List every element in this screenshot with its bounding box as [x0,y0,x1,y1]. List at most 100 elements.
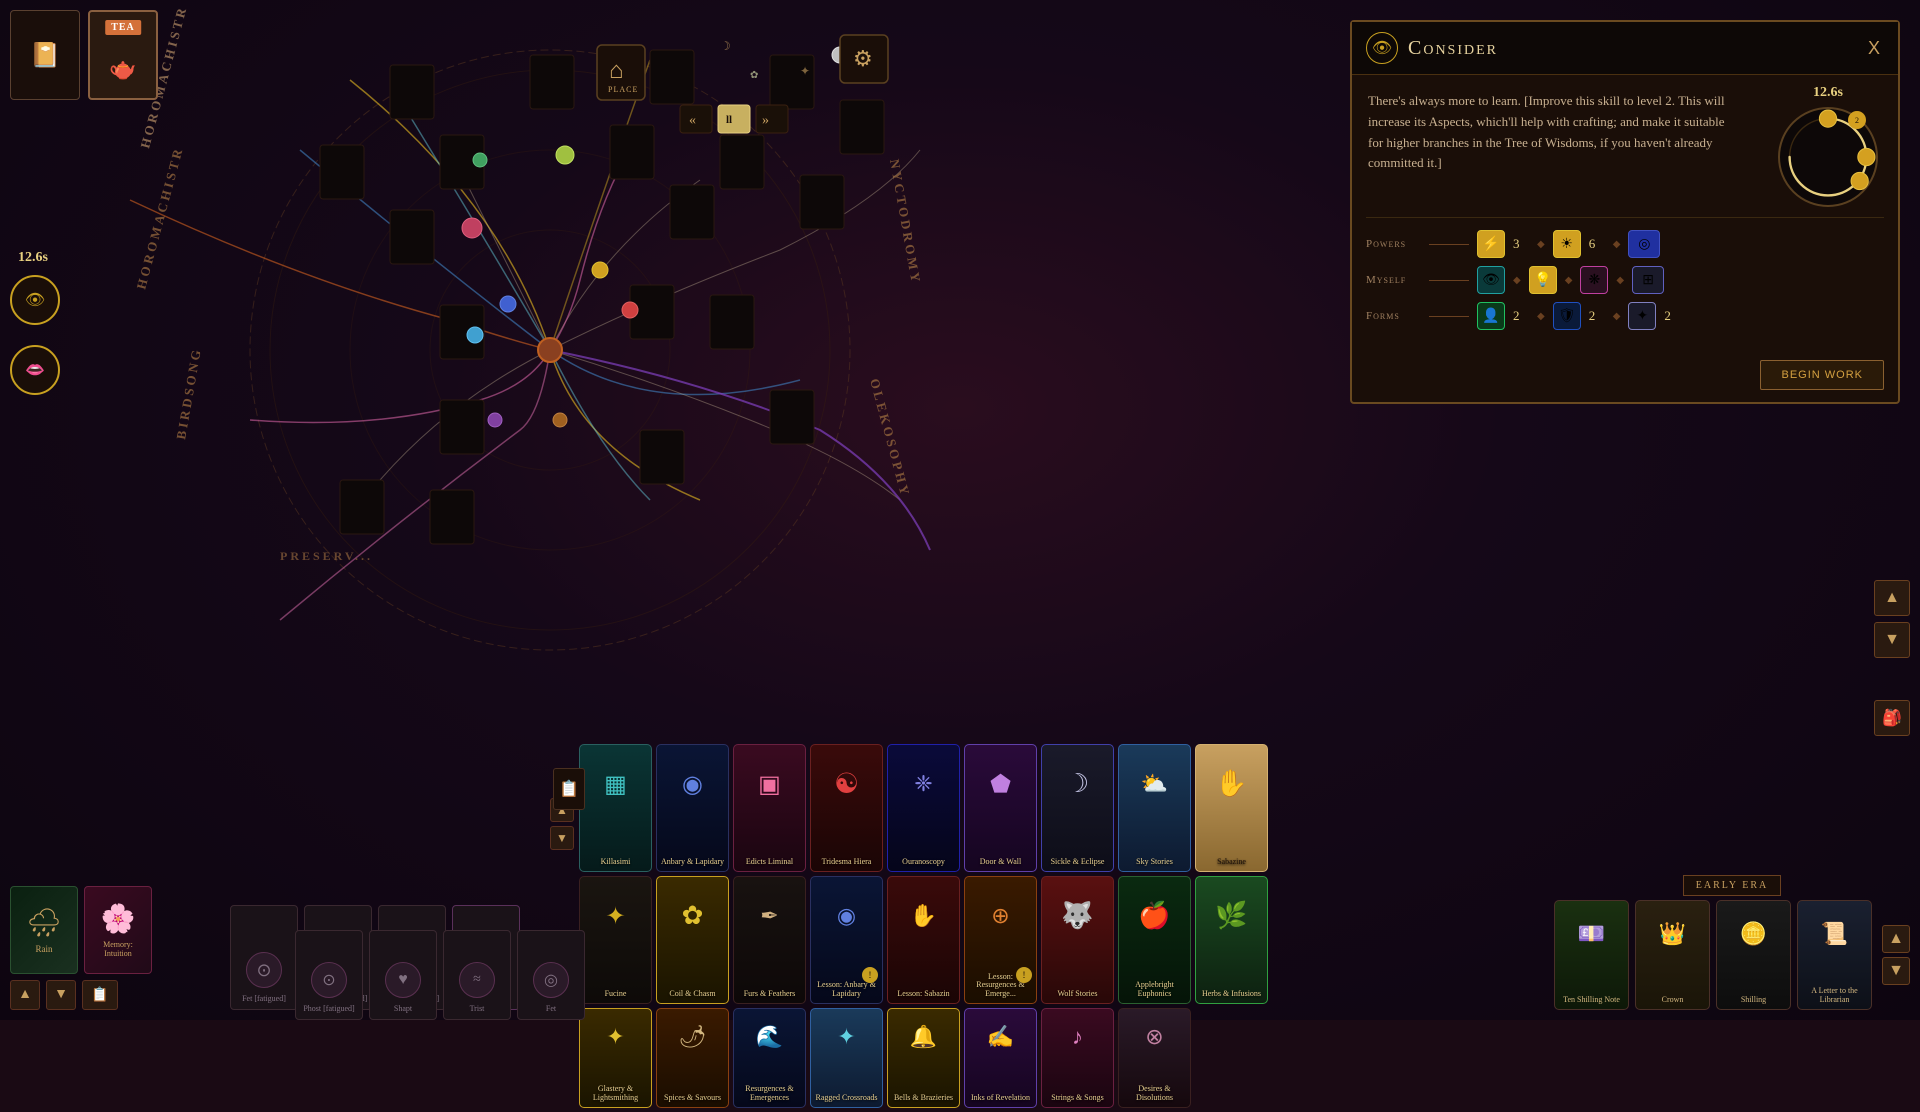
card-phost-fatigued[interactable]: ⊙ Phost [fatigued] [295,930,363,1020]
sabazine-art: ✋ [1196,745,1267,823]
forms-val1: 2 [1513,308,1529,324]
card-memory-intuition[interactable]: 🌸 Memory: Intuition [84,886,152,974]
letter-art: 📜 [1798,901,1871,966]
card-anbary-lapidary[interactable]: ◉ Anbary & Lapidary [656,744,729,872]
card-fet-bottom[interactable]: ◎ Fet [517,930,585,1020]
card-tea[interactable]: TEA 🫖 [88,10,158,100]
left-eye-button[interactable]: 👁 [10,275,60,325]
forms-divider [1429,316,1469,317]
card-applebright[interactable]: 🍎 Applebright Euphonics [1118,876,1191,1004]
card-trist[interactable]: ≈ Trist [443,930,511,1020]
fet-bottom-icon: ◎ [533,962,569,998]
sickle-label: Sickle & Eclipse [1044,858,1111,867]
card-lesson-resurgences[interactable]: ⊕ Lesson: Resurgences & Emerge... ! [964,876,1037,1004]
deck-button[interactable]: 📋 [82,980,118,1010]
svg-text:⚙: ⚙ [853,46,873,71]
left-lips-button[interactable]: 👄 [10,345,60,395]
card-coil-chasm[interactable]: ✿ Coil & Chasm [656,876,729,1004]
card-fucine[interactable]: ✦ Fucine [579,876,652,1004]
card-letter-librarian[interactable]: 📜 A Letter to the Librarian [1797,900,1872,1010]
card-edicts-liminal[interactable]: ▣ Edicts Liminal [733,744,806,872]
card-shilling[interactable]: 🪙 Shilling [1716,900,1791,1010]
forms-label: Forms [1366,310,1421,322]
br-scroll-nav: ▲ ▼ [1882,925,1910,985]
card-glastery[interactable]: ✦ Glastery & Lightsmithing [579,1008,652,1108]
fucine-label: Fucine [582,990,649,999]
card-desires[interactable]: ⊗ Desires & Disolutions [1118,1008,1191,1108]
shapt-icon: ♥ [385,962,421,998]
wolf-label: Wolf Stories [1044,990,1111,999]
apple-art: 🍎 [1119,877,1190,955]
forms-val3: 2 [1664,308,1680,324]
consider-description: There's always more to learn. [Improve t… [1352,75,1758,217]
card-ten-shilling[interactable]: 💷 Ten Shilling Note [1554,900,1629,1010]
tray-row-1: ▦ Killasimi ◉ Anbary & Lapidary ▣ Edicts… [575,740,1720,872]
card-sickle-eclipse[interactable]: ☽ Sickle & Eclipse [1041,744,1114,872]
card-bells[interactable]: 🔔 Bells & Brazieries [887,1008,960,1108]
inks-label: Inks of Revelation [967,1094,1034,1103]
br-scroll-up[interactable]: ▲ [1882,925,1910,953]
right-nav-panel: ▲ ▼ [1874,580,1910,658]
nav-up-button[interactable]: ▲ [10,980,40,1010]
card-tray: ▦ Killasimi ◉ Anbary & Lapidary ▣ Edicts… [575,740,1720,1020]
card-lesson-anbary[interactable]: ◉ Lesson: Anbary & Lapidary ! [810,876,883,1004]
bag-icon-button[interactable]: 🎒 [1874,700,1910,736]
myself-icon-pattern: ❋ [1580,266,1608,294]
svg-text:BIRDSONG: BIRDSONG [173,346,204,441]
herbs-label: Herbs & Infusions [1198,990,1265,999]
bells-art: 🔔 [888,1009,959,1064]
card-ouranoscopy[interactable]: ❈ Ouranoscopy [887,744,960,872]
card-ragged-crossroads[interactable]: ✦ Ragged Crossroads [810,1008,883,1108]
begin-work-button[interactable]: BEGIN WORK [1760,360,1884,390]
card-resurgences[interactable]: 🌊 Resurgences & Emergences [733,1008,806,1108]
deck-view-button[interactable]: 📋 [553,768,585,810]
card-rain[interactable]: 🌧 Rain [10,886,78,974]
card-slot-1[interactable]: 📔 [10,10,80,100]
powers-val2: 6 [1589,236,1605,252]
card-sabazine[interactable]: ✋ Sabazine [1195,744,1268,872]
anbary-art: ◉ [657,745,728,823]
svg-text:⌂: ⌂ [609,58,623,84]
lesson-res-badge: ! [1016,967,1032,983]
card-crown[interactable]: 👑 Crown [1635,900,1710,1010]
strings-label: Strings & Songs [1044,1094,1111,1103]
resurgences-art: 🌊 [734,1009,805,1064]
sabazine-label: Sabazine [1198,858,1265,867]
herbs-art: 🌿 [1196,877,1267,955]
card-fet-fatigued[interactable]: ⊙ Fet [fatigued] [230,905,298,1010]
ten-shilling-label: Ten Shilling Note [1557,996,1626,1005]
card-killasimi[interactable]: ▦ Killasimi [579,744,652,872]
card-inks-revelation[interactable]: ✍ Inks of Revelation [964,1008,1037,1108]
br-scroll-down[interactable]: ▼ [1882,957,1910,985]
trist-icon: ≈ [459,962,495,998]
spices-art: 🌶 [657,1009,728,1064]
svg-text:»: » [762,113,769,128]
card-wolf-stories[interactable]: 🐺 Wolf Stories [1041,876,1114,1004]
scroll-up-button[interactable]: ▲ [1874,580,1910,616]
card-spices[interactable]: 🌶 Spices & Savours [656,1008,729,1108]
ragged-art: ✦ [811,1009,882,1064]
edicts-label: Edicts Liminal [736,858,803,867]
scroll-down-button[interactable]: ▼ [1874,622,1910,658]
card-tridesma-hiera[interactable]: ☯ Tridesma Hiera [810,744,883,872]
clock-timer-display: 12.6s [1813,85,1843,101]
glastery-art: ✦ [580,1009,651,1064]
nav-down-button[interactable]: ▼ [46,980,76,1010]
card-lesson-sabazin[interactable]: ✋ Lesson: Sabazin [887,876,960,1004]
bottom-left-area: 🌧 Rain 🌸 Memory: Intuition ▲ ▼ 📋 [10,886,152,1010]
card-furs-feathers[interactable]: ✒ Furs & Feathers [733,876,806,1004]
ragged-label: Ragged Crossroads [813,1094,880,1103]
shilling-label: Shilling [1719,996,1788,1005]
forms-icon-star: ✦ [1628,302,1656,330]
svg-text:PLACE: PLACE [608,85,638,94]
lesson-res-art: ⊕ [965,877,1036,955]
card-shapt[interactable]: ♥ Shapt [369,930,437,1020]
card-sky-stories[interactable]: ⛅ Sky Stories [1118,744,1191,872]
card-door-wall[interactable]: ⬟ Door & Wall [964,744,1037,872]
tray-scroll-down[interactable]: ▼ [550,826,574,850]
card-strings-songs[interactable]: ♪ Strings & Songs [1041,1008,1114,1108]
powers-divider [1429,244,1469,245]
powers-icon-sun: ☀ [1553,230,1581,258]
consider-close-button[interactable]: X [1864,38,1884,59]
card-herbs-infusions[interactable]: 🌿 Herbs & Infusions [1195,876,1268,1004]
